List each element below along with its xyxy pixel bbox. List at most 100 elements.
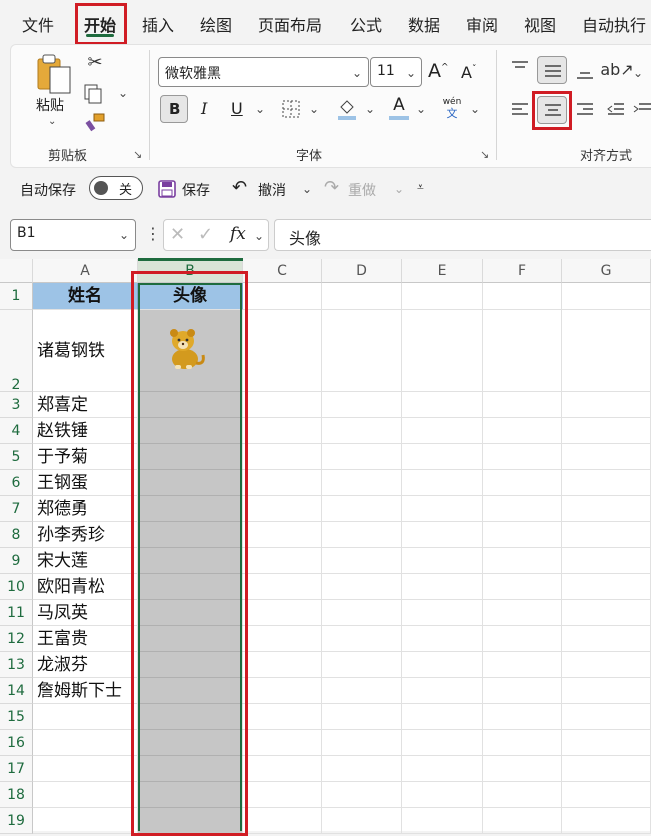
- phonetic-chevron-down-icon[interactable]: ⌄: [470, 102, 480, 116]
- undo-icon[interactable]: ↶: [232, 177, 247, 198]
- cell-c15[interactable]: [243, 704, 322, 730]
- cell-e4[interactable]: [402, 418, 483, 444]
- row-header-19[interactable]: 19: [0, 808, 33, 834]
- cut-icon[interactable]: ✂: [84, 50, 106, 74]
- cell-d2[interactable]: [322, 310, 402, 392]
- tab-review[interactable]: 审阅: [466, 12, 498, 36]
- cell-g9[interactable]: [562, 548, 651, 574]
- cell-f15[interactable]: [483, 704, 562, 730]
- row-header-11[interactable]: 11: [0, 600, 33, 626]
- row-header-10[interactable]: 10: [0, 574, 33, 600]
- cell-f8[interactable]: [483, 522, 562, 548]
- cell-f2[interactable]: [483, 310, 562, 392]
- cell-e15[interactable]: [402, 704, 483, 730]
- cell-e13[interactable]: [402, 652, 483, 678]
- undo-button[interactable]: 撤消: [258, 180, 286, 200]
- name-cell[interactable]: 欧阳青松: [33, 574, 138, 600]
- clipboard-launcher-icon[interactable]: ↘: [133, 148, 142, 161]
- bold-button[interactable]: B: [160, 95, 188, 123]
- cell-g1[interactable]: [562, 283, 651, 310]
- tab-insert[interactable]: 插入: [142, 12, 174, 36]
- cell-c11[interactable]: [243, 600, 322, 626]
- cell-d1[interactable]: [322, 283, 402, 310]
- cell-e12[interactable]: [402, 626, 483, 652]
- underline-button[interactable]: U: [231, 99, 243, 118]
- cell-c8[interactable]: [243, 522, 322, 548]
- cell-a19[interactable]: [33, 808, 138, 834]
- cell-c19[interactable]: [243, 808, 322, 834]
- cell-f6[interactable]: [483, 470, 562, 496]
- cell-c17[interactable]: [243, 756, 322, 782]
- tab-formulas[interactable]: 公式: [350, 12, 382, 36]
- row-header-14[interactable]: 14: [0, 678, 33, 704]
- cell-d15[interactable]: [322, 704, 402, 730]
- row-header-5[interactable]: 5: [0, 444, 33, 470]
- decrease-font-size-button[interactable]: Aˇ: [461, 63, 476, 82]
- cell-d9[interactable]: [322, 548, 402, 574]
- cell-f4[interactable]: [483, 418, 562, 444]
- cell-g11[interactable]: [562, 600, 651, 626]
- cell-f7[interactable]: [483, 496, 562, 522]
- cell-a16[interactable]: [33, 730, 138, 756]
- header-cell-name[interactable]: 姓名: [33, 283, 138, 310]
- font-color-icon[interactable]: A: [389, 95, 409, 121]
- row-header-8[interactable]: 8: [0, 522, 33, 548]
- cell-d6[interactable]: [322, 470, 402, 496]
- cell-d12[interactable]: [322, 626, 402, 652]
- row-header-1[interactable]: 1: [0, 283, 33, 310]
- cell-d17[interactable]: [322, 756, 402, 782]
- name-cell[interactable]: 宋大莲: [33, 548, 138, 574]
- cell-c10[interactable]: [243, 574, 322, 600]
- cell-c9[interactable]: [243, 548, 322, 574]
- cancel-icon[interactable]: ✕: [170, 224, 185, 245]
- row-header-9[interactable]: 9: [0, 548, 33, 574]
- font-name-dropdown[interactable]: 微软雅黑 ⌄: [158, 57, 369, 87]
- cell-c7[interactable]: [243, 496, 322, 522]
- row-header-18[interactable]: 18: [0, 782, 33, 808]
- cell-g19[interactable]: [562, 808, 651, 834]
- cell-e3[interactable]: [402, 392, 483, 418]
- cell-e18[interactable]: [402, 782, 483, 808]
- cell-g14[interactable]: [562, 678, 651, 704]
- cell-d4[interactable]: [322, 418, 402, 444]
- cell-g16[interactable]: [562, 730, 651, 756]
- phonetic-guide-button[interactable]: wén 文: [440, 97, 464, 119]
- cell-f9[interactable]: [483, 548, 562, 574]
- tab-file[interactable]: 文件: [22, 12, 54, 36]
- cell-f14[interactable]: [483, 678, 562, 704]
- cell-e1[interactable]: [402, 283, 483, 310]
- cell-f13[interactable]: [483, 652, 562, 678]
- cell-c3[interactable]: [243, 392, 322, 418]
- cell-c18[interactable]: [243, 782, 322, 808]
- cell-c1[interactable]: [243, 283, 322, 310]
- row-header-7[interactable]: 7: [0, 496, 33, 522]
- cell-c5[interactable]: [243, 444, 322, 470]
- row-header-2[interactable]: 2: [0, 310, 33, 393]
- tab-page-layout[interactable]: 页面布局: [258, 12, 322, 36]
- name-cell[interactable]: 龙淑芬: [33, 652, 138, 678]
- cell-g17[interactable]: [562, 756, 651, 782]
- save-button[interactable]: 保存: [182, 180, 210, 200]
- cell-g18[interactable]: [562, 782, 651, 808]
- cell-g4[interactable]: [562, 418, 651, 444]
- borders-chevron-down-icon[interactable]: ⌄: [309, 102, 319, 116]
- cell-f5[interactable]: [483, 444, 562, 470]
- cell-f3[interactable]: [483, 392, 562, 418]
- cell-d3[interactable]: [322, 392, 402, 418]
- cell-f12[interactable]: [483, 626, 562, 652]
- cell-g12[interactable]: [562, 626, 651, 652]
- cell-d5[interactable]: [322, 444, 402, 470]
- cell-g15[interactable]: [562, 704, 651, 730]
- cell-d18[interactable]: [322, 782, 402, 808]
- decrease-indent-icon[interactable]: [604, 98, 628, 122]
- name-cell[interactable]: 郑德勇: [33, 496, 138, 522]
- row-header-3[interactable]: 3: [0, 392, 33, 418]
- column-header-e[interactable]: E: [402, 259, 483, 283]
- cell-e19[interactable]: [402, 808, 483, 834]
- cell-g3[interactable]: [562, 392, 651, 418]
- tab-data[interactable]: 数据: [408, 12, 440, 36]
- name-cell[interactable]: 赵铁锤: [33, 418, 138, 444]
- copy-icon[interactable]: [82, 82, 104, 106]
- name-cell[interactable]: 王富贵: [33, 626, 138, 652]
- fill-color-chevron-down-icon[interactable]: ⌄: [365, 102, 375, 116]
